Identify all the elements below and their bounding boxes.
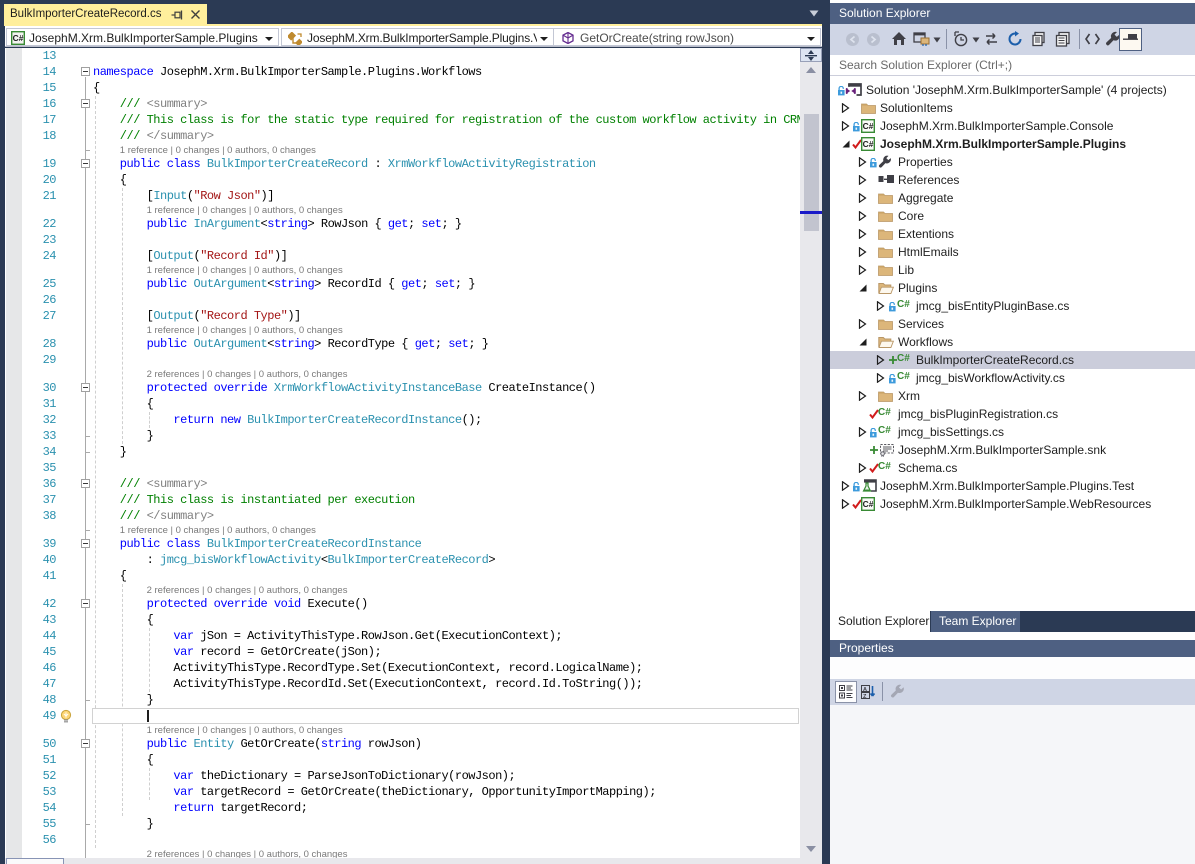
svg-text:C#: C# (863, 121, 874, 131)
svg-text:C#: C# (863, 139, 874, 149)
svg-text:A: A (863, 687, 867, 693)
svg-text:C#: C# (863, 499, 874, 509)
